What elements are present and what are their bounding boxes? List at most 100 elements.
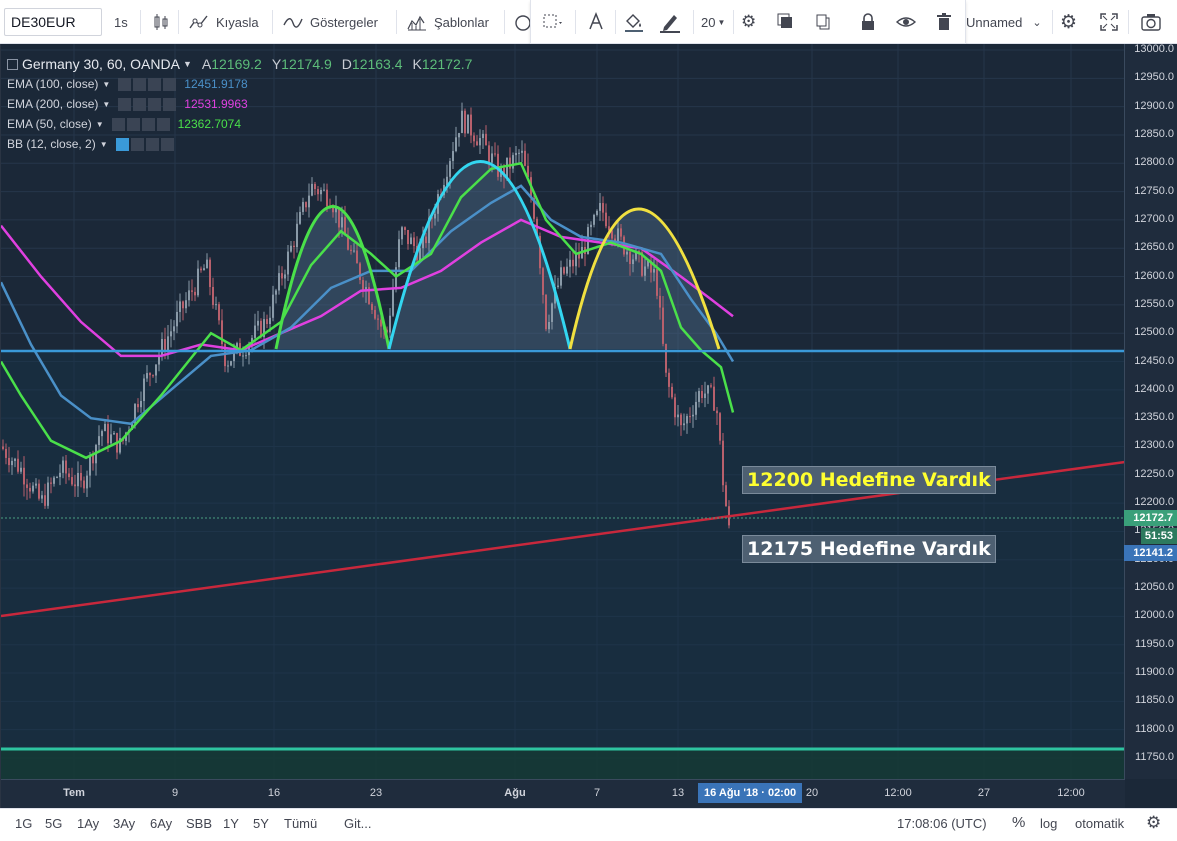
line-color-button[interactable] <box>659 0 687 44</box>
text-tool-button[interactable] <box>585 0 607 44</box>
candle-body <box>410 237 412 245</box>
candle-body <box>164 339 166 351</box>
top-toolbar: DE30EUR 1s Kıyasla Göstergeler Şablonlar <box>0 0 1177 44</box>
range-button-1g[interactable]: 1G <box>15 816 32 831</box>
candle-body <box>545 294 547 330</box>
study-label[interactable]: EMA (50, close) <box>7 117 92 131</box>
range-button-sbb[interactable]: SBB <box>186 816 212 831</box>
plus-icon[interactable] <box>148 97 162 111</box>
chart-settings-button[interactable]: ⚙ <box>1060 0 1077 44</box>
close-icon[interactable] <box>156 117 170 131</box>
candle-body <box>149 373 151 376</box>
font-size-value: 20 <box>701 14 716 30</box>
range-button-1ay[interactable]: 1Ay <box>77 816 99 831</box>
close-icon[interactable] <box>163 97 177 111</box>
close-icon[interactable] <box>160 137 174 151</box>
gear-icon[interactable] <box>133 97 147 111</box>
log-scale-toggle[interactable]: log <box>1040 816 1057 831</box>
range-button-1y[interactable]: 1Y <box>223 816 239 831</box>
target-annotation-12175[interactable]: 12175 Hedefine Vardık <box>742 535 996 563</box>
gear-icon[interactable] <box>130 137 144 151</box>
eye-icon[interactable] <box>115 137 129 151</box>
price-scale[interactable]: 13000.0 12950.0 12900.0 12850.0 12800.0 12750… <box>1124 43 1177 779</box>
plus-icon[interactable] <box>145 137 159 151</box>
lock-button[interactable] <box>857 0 879 44</box>
study-label[interactable]: EMA (200, close) <box>7 97 98 111</box>
gear-icon[interactable]: ⚙ <box>1146 813 1161 833</box>
trash-icon <box>937 13 951 30</box>
candle-body <box>65 460 67 474</box>
chevron-down-icon[interactable]: ▼ <box>96 120 104 129</box>
gear-icon[interactable] <box>126 117 140 131</box>
candle-body <box>185 300 187 309</box>
legend-study-ema200[interactable]: EMA (200, close) ▼ 12531.9963 <box>7 94 472 114</box>
collapse-icon[interactable] <box>7 58 18 70</box>
support-zone <box>1 749 1125 779</box>
study-label[interactable]: EMA (100, close) <box>7 77 98 91</box>
chart-type-button[interactable] <box>150 0 172 44</box>
candle-body <box>284 274 286 279</box>
range-button-3ay[interactable]: 3Ay <box>113 816 135 831</box>
snapshot-button[interactable] <box>1140 0 1162 44</box>
auto-scale-toggle[interactable]: otomatik <box>1075 816 1124 831</box>
candle-body <box>110 434 112 444</box>
eye-icon[interactable] <box>118 97 132 111</box>
eye-icon[interactable] <box>111 117 125 131</box>
time-tick: 12:00 <box>1057 787 1085 799</box>
fullscreen-button[interactable] <box>1098 0 1120 44</box>
eye-icon[interactable] <box>118 77 132 91</box>
templates-button[interactable]: Şablonlar <box>406 0 489 44</box>
candle-body <box>476 141 478 146</box>
goto-date-button[interactable]: Git... <box>344 816 371 831</box>
candle-body <box>707 385 709 394</box>
fill-color-button[interactable] <box>623 0 645 44</box>
candle-body <box>317 189 319 195</box>
price-tick: 12000.0 <box>1134 609 1174 622</box>
candle-body <box>566 266 568 274</box>
compare-button[interactable]: Kıyasla <box>188 0 259 44</box>
delete-button[interactable] <box>933 0 955 44</box>
utc-clock[interactable]: 17:08:06 (UTC) <box>897 816 987 831</box>
range-button-5y[interactable]: 5Y <box>253 816 269 831</box>
price-chart-canvas[interactable] <box>1 44 1125 779</box>
visibility-button[interactable] <box>895 0 917 44</box>
chart-pane[interactable]: Germany 30, 60, OANDA ▼ A 12169.2 Y 12174.… <box>0 43 1177 808</box>
chevron-down-icon[interactable]: ▼ <box>183 59 192 69</box>
range-button-6ay[interactable]: 6Ay <box>150 816 172 831</box>
chevron-down-icon[interactable]: ▼ <box>102 80 110 89</box>
legend-study-ema100[interactable]: EMA (100, close) ▼ 12451.9178 <box>7 74 472 94</box>
study-label[interactable]: BB (12, close, 2) <box>7 137 96 151</box>
candle-body <box>605 212 607 227</box>
candle-body <box>575 253 577 267</box>
open-value: 12169.2 <box>211 56 262 72</box>
gear-icon[interactable] <box>133 77 147 91</box>
drag-handle-button[interactable] <box>541 0 563 44</box>
target-annotation-12200[interactable]: 12200 Hedefine Vardık <box>742 466 996 494</box>
arrange-button[interactable] <box>775 0 797 44</box>
price-tick: 12750.0 <box>1134 184 1174 197</box>
range-button-5g[interactable]: 5G <box>45 816 62 831</box>
close-icon[interactable] <box>163 77 177 91</box>
percent-scale-toggle[interactable]: % <box>1012 814 1025 831</box>
candle-body <box>677 414 679 418</box>
legend-study-ema50[interactable]: EMA (50, close) ▼ 12362.7074 <box>7 114 472 134</box>
clone-button[interactable] <box>813 0 835 44</box>
symbol-search-box[interactable]: DE30EUR <box>4 8 102 36</box>
copy-icon <box>816 14 830 30</box>
range-button-tümü[interactable]: Tümü <box>284 816 317 831</box>
legend-study-bb[interactable]: BB (12, close, 2) ▼ <box>7 134 472 154</box>
plus-icon[interactable] <box>141 117 155 131</box>
time-scale[interactable]: Tem 9 16 23 Ağu 7 13 20 12:00 27 12:00 16 Ağu '18 … <box>1 779 1125 808</box>
interval-button[interactable]: 1s <box>114 0 128 44</box>
indicators-button[interactable]: Göstergeler <box>282 0 378 44</box>
legend-title[interactable]: Germany 30, 60, OANDA <box>22 56 180 72</box>
chevron-down-icon[interactable]: ▼ <box>100 140 108 149</box>
candle-body <box>272 294 274 318</box>
settings-button[interactable]: ⚙ <box>741 0 756 44</box>
layout-name-button[interactable]: Unnamed ⌄ <box>966 0 1042 44</box>
plus-icon[interactable] <box>148 77 162 91</box>
font-size-select[interactable]: 20 ▼ <box>701 0 725 44</box>
chevron-down-icon[interactable]: ▼ <box>102 100 110 109</box>
layers-icon <box>777 13 792 28</box>
camera-icon <box>1141 14 1161 31</box>
